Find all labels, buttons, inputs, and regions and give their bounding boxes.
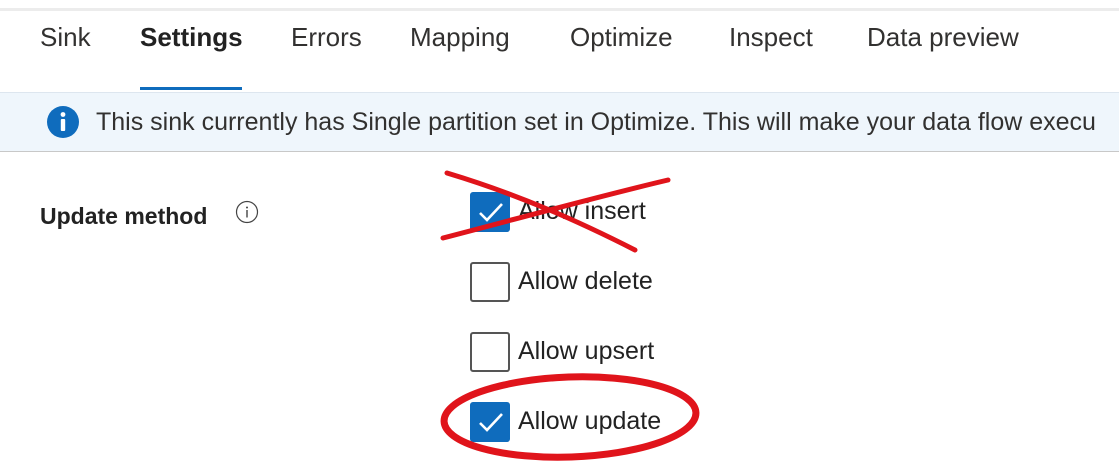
tab-sink[interactable]: Sink (40, 22, 91, 52)
checkmark-icon (479, 413, 503, 432)
info-circle-icon[interactable] (235, 200, 259, 224)
allow-upsert-checkbox[interactable] (470, 332, 510, 372)
partition-info-banner: This sink currently has Single partition… (0, 92, 1119, 152)
tab-optimize[interactable]: Optimize (570, 22, 673, 52)
checkmark-icon (479, 203, 503, 222)
tab-bar: Sink Settings Errors Mapping Optimize In… (0, 22, 1119, 90)
tab-inspect[interactable]: Inspect (729, 22, 813, 52)
allow-delete-checkbox[interactable] (470, 262, 510, 302)
banner-message: This sink currently has Single partition… (96, 108, 1096, 136)
tab-mapping[interactable]: Mapping (410, 22, 510, 52)
allow-update-label: Allow update (518, 407, 662, 435)
info-icon (46, 105, 80, 139)
allow-insert-checkbox[interactable] (470, 192, 510, 232)
tab-errors[interactable]: Errors (291, 22, 362, 52)
allow-insert-option[interactable]: Allow insert (470, 192, 670, 232)
allow-upsert-option[interactable]: Allow upsert (470, 332, 670, 372)
tab-data-preview[interactable]: Data preview (867, 22, 1019, 52)
allow-insert-label: Allow insert (518, 197, 646, 225)
top-divider (0, 0, 1119, 11)
update-method-label: Update method (40, 203, 208, 229)
allow-delete-label: Allow delete (518, 267, 653, 295)
active-tab-indicator (140, 87, 242, 90)
allow-upsert-label: Allow upsert (518, 337, 655, 365)
allow-delete-option[interactable]: Allow delete (470, 262, 670, 302)
allow-update-option[interactable]: Allow update (470, 402, 680, 442)
allow-update-checkbox[interactable] (470, 402, 510, 442)
tab-settings[interactable]: Settings (140, 22, 243, 52)
